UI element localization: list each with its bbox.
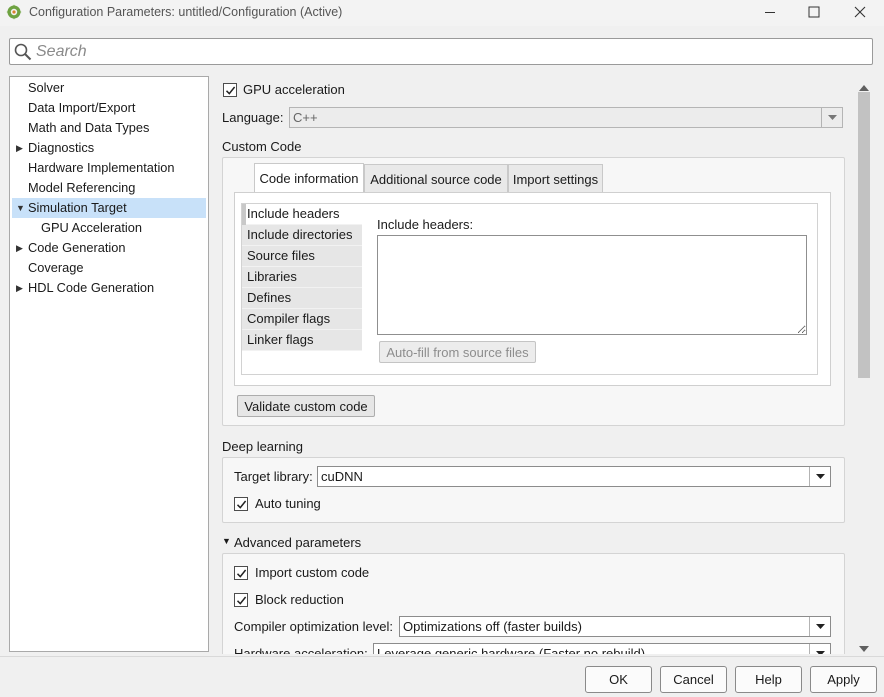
- deep-learning-heading: Deep learning: [222, 439, 303, 454]
- collapse-arrow-icon[interactable]: ▼: [16, 198, 25, 218]
- tree-item-model-referencing[interactable]: Model Referencing: [10, 178, 208, 198]
- tree-item-label: Code Generation: [28, 240, 126, 255]
- tree-item-math-and-data-types[interactable]: Math and Data Types: [10, 118, 208, 138]
- search-box[interactable]: [9, 38, 873, 65]
- import-custom-code-label: Import custom code: [255, 565, 370, 580]
- side-tab-list: Include headers Include directories Sour…: [242, 204, 367, 351]
- minimize-button[interactable]: [747, 0, 793, 24]
- expand-arrow-icon[interactable]: ▶: [16, 278, 23, 298]
- block-reduction-label: Block reduction: [255, 592, 344, 607]
- side-tab-source-files[interactable]: Source files: [242, 246, 362, 267]
- language-value: C++: [293, 110, 318, 125]
- include-headers-label: Include headers:: [377, 217, 474, 232]
- side-tab-libraries[interactable]: Libraries: [242, 267, 362, 288]
- app-logo-icon: [6, 4, 22, 20]
- side-tab-compiler-flags[interactable]: Compiler flags: [242, 309, 362, 330]
- target-library-dropdown[interactable]: cuDNN: [317, 466, 831, 487]
- hardware-acceleration-value: Leverage generic hardware (Faster no reb…: [377, 646, 646, 654]
- tree-item-label: HDL Code Generation: [28, 280, 155, 295]
- gpu-acceleration-label: GPU acceleration: [243, 82, 345, 97]
- tree-item-coverage[interactable]: Coverage: [10, 258, 208, 278]
- tree-item-hdl-code-generation[interactable]: ▶ HDL Code Generation: [10, 278, 208, 298]
- close-button[interactable]: [837, 0, 883, 24]
- side-tab-include-directories[interactable]: Include directories: [242, 225, 362, 246]
- language-label: Language:: [222, 110, 284, 125]
- tree-item-label: GPU Acceleration: [41, 220, 143, 235]
- scrollbar-thumb[interactable]: [858, 92, 870, 378]
- custom-code-heading: Custom Code: [222, 139, 302, 154]
- collapse-arrow-icon[interactable]: ▼: [222, 536, 231, 546]
- expand-arrow-icon[interactable]: ▶: [16, 238, 23, 258]
- advanced-parameters-heading[interactable]: Advanced parameters: [234, 535, 361, 550]
- tree-item-label: Coverage: [28, 260, 84, 275]
- tree-item-gpu-acceleration[interactable]: GPU Acceleration: [10, 218, 208, 238]
- compiler-optimization-label: Compiler optimization level:: [234, 619, 393, 634]
- minimize-icon: [765, 12, 775, 13]
- checkmark-icon: [236, 500, 246, 509]
- scroll-down-icon[interactable]: [859, 640, 869, 655]
- validate-custom-code-button[interactable]: Validate custom code: [237, 395, 375, 417]
- target-library-label: Target library:: [234, 469, 313, 484]
- compiler-optimization-value: Optimizations off (faster builds): [403, 619, 582, 634]
- block-reduction-checkbox[interactable]: [234, 593, 248, 607]
- gpu-acceleration-checkbox[interactable]: [223, 83, 237, 97]
- window-title: Configuration Parameters: untitled/Confi…: [29, 5, 343, 19]
- compiler-optimization-dropdown[interactable]: Optimizations off (faster builds): [399, 616, 831, 637]
- chevron-down-icon: [809, 644, 830, 654]
- auto-tuning-checkbox[interactable]: [234, 497, 248, 511]
- tree-item-code-generation[interactable]: ▶ Code Generation: [10, 238, 208, 258]
- ok-button[interactable]: OK: [585, 666, 652, 693]
- apply-button[interactable]: Apply: [810, 666, 877, 693]
- tree-item-data-import-export[interactable]: Data Import/Export: [10, 98, 208, 118]
- checkmark-icon: [225, 86, 235, 95]
- tree-item-diagnostics[interactable]: ▶ Diagnostics: [10, 138, 208, 158]
- auto-fill-button[interactable]: Auto-fill from source files: [379, 341, 536, 363]
- close-icon: [854, 6, 866, 18]
- category-tree[interactable]: Solver Data Import/Export Math and Data …: [9, 76, 209, 652]
- auto-tuning-label: Auto tuning: [255, 496, 321, 511]
- side-tab-defines[interactable]: Defines: [242, 288, 362, 309]
- tree-item-hardware-implementation[interactable]: Hardware Implementation: [10, 158, 208, 178]
- include-headers-textarea[interactable]: [377, 235, 807, 335]
- import-custom-code-checkbox[interactable]: [234, 566, 248, 580]
- tree-item-label: Diagnostics: [28, 140, 95, 155]
- tree-item-label: Math and Data Types: [28, 120, 150, 135]
- help-button[interactable]: Help: [735, 666, 802, 693]
- tree-item-simulation-target[interactable]: ▼ Simulation Target: [12, 198, 206, 218]
- hardware-acceleration-dropdown[interactable]: Leverage generic hardware (Faster no reb…: [373, 643, 831, 654]
- cancel-button[interactable]: Cancel: [660, 666, 727, 693]
- chevron-down-icon: [821, 108, 842, 127]
- search-input[interactable]: [36, 40, 856, 63]
- search-icon: [14, 43, 32, 61]
- maximize-icon: [808, 6, 820, 18]
- active-side-tab-marker: [242, 204, 246, 225]
- target-library-value: cuDNN: [321, 469, 363, 484]
- tree-item-label: Hardware Implementation: [28, 160, 175, 175]
- hardware-acceleration-label: Hardware acceleration:: [234, 646, 368, 654]
- language-dropdown[interactable]: C++: [289, 107, 843, 128]
- expand-arrow-icon[interactable]: ▶: [16, 138, 23, 158]
- chevron-down-icon: [809, 467, 830, 486]
- checkmark-icon: [236, 596, 246, 605]
- side-tab-include-headers[interactable]: Include headers: [242, 204, 362, 225]
- tree-item-label: Simulation Target: [28, 200, 127, 215]
- tab-code-information[interactable]: Code information: [254, 163, 364, 193]
- tab-additional-source-code[interactable]: Additional source code: [364, 164, 508, 193]
- tree-item-label: Model Referencing: [28, 180, 136, 195]
- tab-import-settings[interactable]: Import settings: [508, 164, 603, 193]
- chevron-down-icon: [809, 617, 830, 636]
- settings-panel: GPU acceleration Language: C++ Custom Co…: [220, 76, 854, 654]
- tree-item-label: Data Import/Export: [28, 100, 136, 115]
- tree-item-label: Solver: [28, 80, 65, 95]
- checkmark-icon: [236, 569, 246, 578]
- maximize-button[interactable]: [791, 0, 837, 24]
- tree-item-solver[interactable]: Solver: [10, 78, 208, 98]
- side-tab-linker-flags[interactable]: Linker flags: [242, 330, 362, 351]
